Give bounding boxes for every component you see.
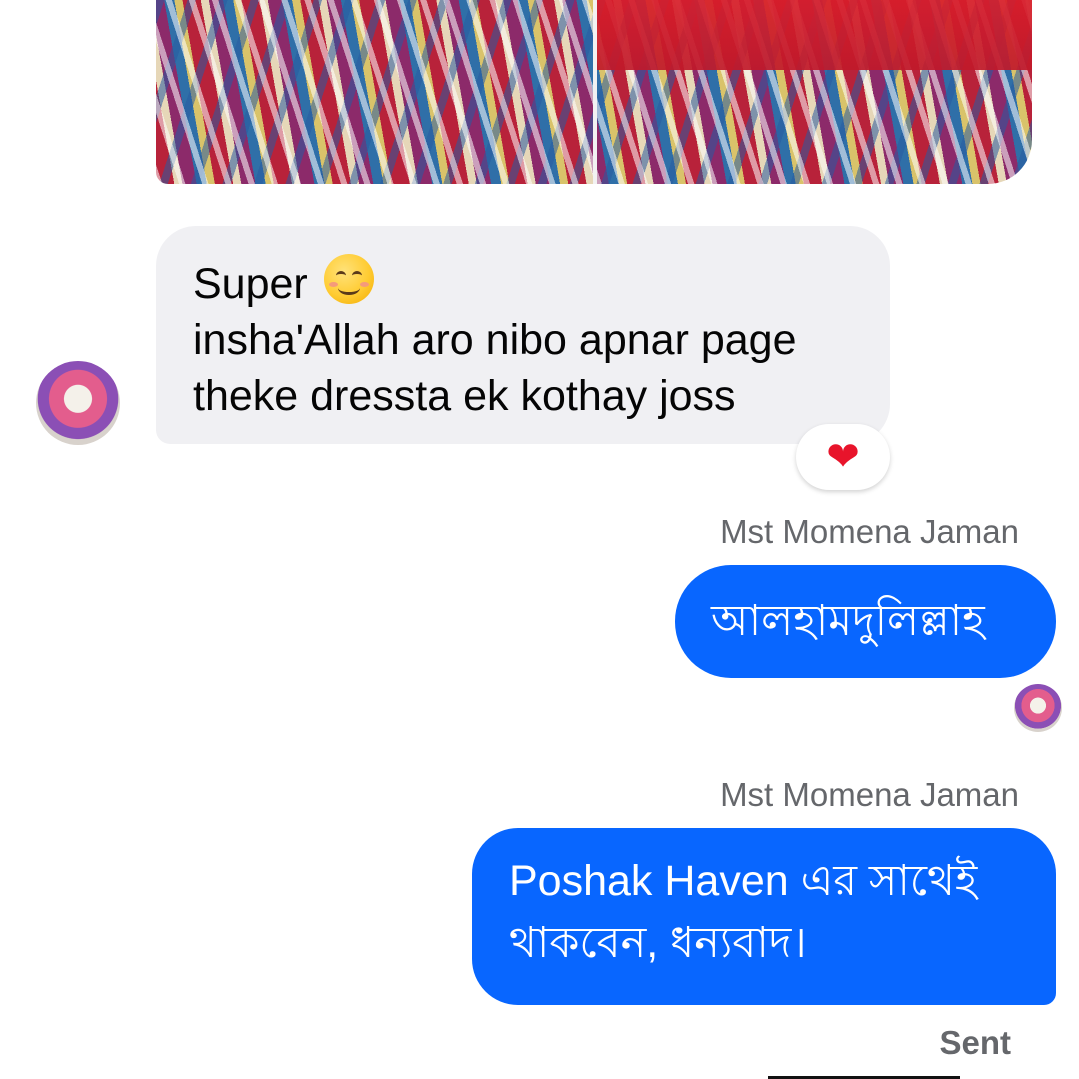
heart-icon: ❤ xyxy=(826,434,860,480)
sender-name: Mst Momena Jaman xyxy=(720,513,1019,550)
incoming-message-bubble[interactable]: Super insha'Allah aro nibo apnar page th… xyxy=(156,226,890,444)
heart-reaction[interactable]: ❤ xyxy=(796,424,890,490)
shared-photo-embroidered-dress[interactable] xyxy=(156,0,1032,184)
outgoing-line-2: থাকবেন, ধন্যবাদ। xyxy=(509,919,807,967)
photo-red-fabric xyxy=(597,0,1032,70)
incoming-line-2: insha'Allah aro nibo apnar page xyxy=(193,316,797,364)
incoming-line-1: Super xyxy=(193,254,854,312)
contact-avatar[interactable] xyxy=(36,361,120,445)
smiling-face-icon xyxy=(323,254,374,304)
message-status: Sent xyxy=(939,1024,1011,1061)
outgoing-line-1: Poshak Haven এর সাথেই xyxy=(509,857,978,905)
photo-divider xyxy=(593,0,597,184)
outgoing-message-bubble[interactable]: আলহামদুলিল্লাহ xyxy=(675,565,1056,678)
sender-name: Mst Momena Jaman xyxy=(720,776,1019,813)
outgoing-message-bubble[interactable]: Poshak Haven এর সাথেই থাকবেন, ধন্যবাদ। xyxy=(472,828,1056,1005)
read-receipt-avatar xyxy=(1014,684,1062,732)
incoming-line-3: theke dressta ek kothay joss xyxy=(193,372,736,420)
